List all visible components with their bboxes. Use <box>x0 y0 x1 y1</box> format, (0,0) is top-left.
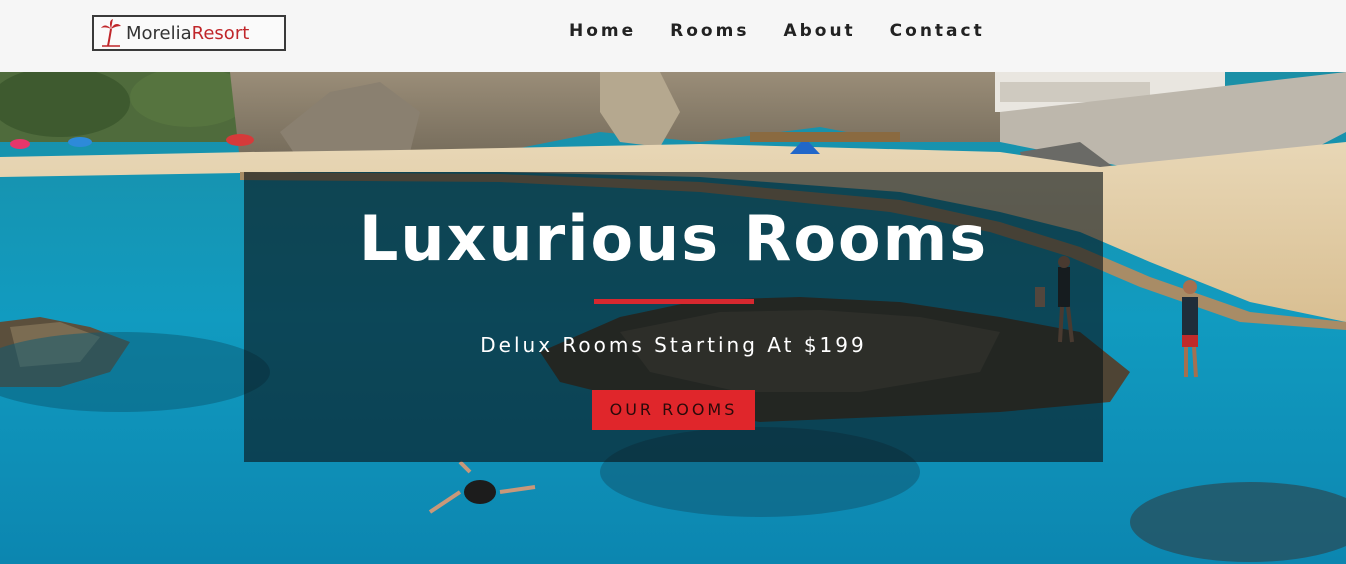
nav-link-contact[interactable]: Contact <box>873 20 1002 42</box>
hero-overlay: Luxurious Rooms Delux Rooms Starting At … <box>244 172 1103 462</box>
hero-title: Luxurious Rooms <box>358 202 989 275</box>
hero-divider <box>594 299 754 304</box>
site-header: Morelia Resort Home Rooms About Contact <box>0 0 1346 72</box>
logo-text-resort: Resort <box>191 22 250 44</box>
site-logo[interactable]: Morelia Resort <box>92 15 286 51</box>
palm-tree-icon <box>101 19 121 47</box>
logo-text-morelia: Morelia <box>126 22 192 44</box>
main-nav: Home Rooms About Contact <box>552 20 1002 42</box>
nav-link-rooms[interactable]: Rooms <box>653 20 766 42</box>
hero-section: Luxurious Rooms Delux Rooms Starting At … <box>0 72 1346 564</box>
nav-link-about[interactable]: About <box>766 20 872 42</box>
hero-subtitle: Delux Rooms Starting At $199 <box>480 333 867 357</box>
our-rooms-button[interactable]: OUR ROOMS <box>592 390 755 430</box>
nav-link-home[interactable]: Home <box>552 20 653 42</box>
